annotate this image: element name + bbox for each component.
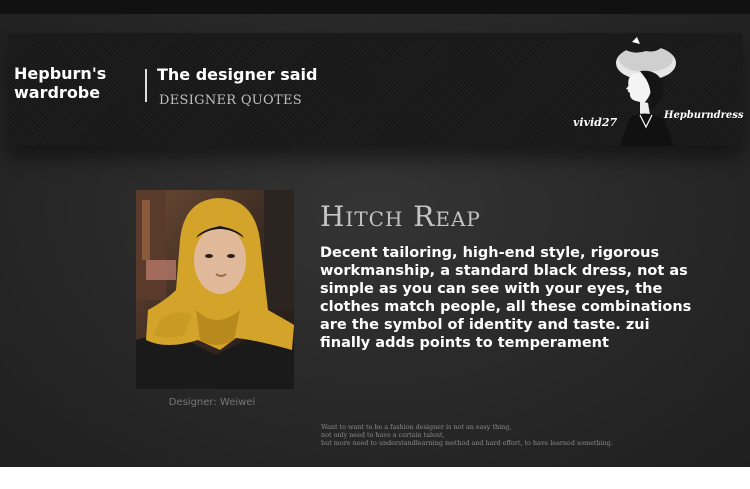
photo-caption: Designer: Weiwei (168, 397, 256, 408)
header-banner: Hepburn's wardrobe The designer said DES… (8, 33, 744, 146)
top-strip (0, 0, 750, 14)
fine-print-line: Want to want to be a fashion designer is… (321, 423, 512, 431)
quote-title: Hitch Reap (320, 200, 481, 233)
brand-title[interactable]: Hepburn's wardrobe (14, 64, 134, 102)
header-divider (145, 69, 147, 102)
page-background: Hepburn's wardrobe The designer said DES… (0, 0, 750, 467)
section-title: The designer said (157, 65, 318, 84)
fine-print-line: not only need to have a certain talent, (321, 431, 445, 439)
signature-hepburndress: Hepburndress (664, 110, 744, 121)
designer-portrait-photo (136, 190, 294, 389)
fine-print-line: but more need to understandlearning meth… (321, 439, 613, 447)
woman-silhouette-illustration (616, 37, 676, 146)
quote-body: Decent tailoring, high-end style, rigoro… (320, 245, 692, 351)
signature-vivid27: vivid27 (573, 116, 618, 129)
section-subtitle: DESIGNER QUOTES (159, 93, 302, 108)
fine-print: Want to want to be a fashion designer is… (321, 423, 641, 447)
